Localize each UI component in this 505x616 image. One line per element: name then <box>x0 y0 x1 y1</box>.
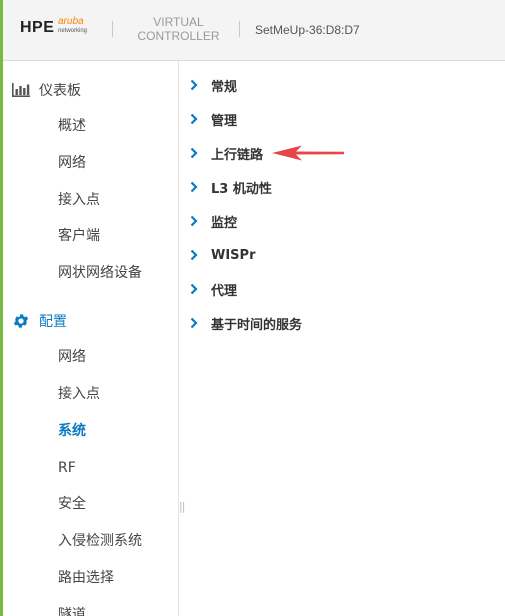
header-divider <box>112 21 113 37</box>
bar-chart-icon <box>11 82 31 98</box>
section-label: 代理 <box>211 283 238 299</box>
chevron-right-icon <box>190 112 202 126</box>
chevron-right-icon <box>190 214 202 228</box>
logo-aruba-text: aruba <box>58 16 84 27</box>
section-time-based-services[interactable]: 基于时间的服务 <box>190 313 302 333</box>
hpe-aruba-logo[interactable]: HPE aruba networking <box>20 16 100 41</box>
sidebar-item-config-network[interactable]: 网络 <box>58 347 86 367</box>
section-proxy[interactable]: 代理 <box>190 279 237 299</box>
section-admin[interactable]: 管理 <box>190 109 237 129</box>
device-name: SetMeUp-36:D8:D7 <box>255 23 360 37</box>
sidebar-section-dashboard[interactable]: 仪表板 <box>11 80 81 100</box>
section-label: 管理 <box>211 113 238 129</box>
sidebar-item-rf[interactable]: RF <box>58 458 76 478</box>
sidebar-item-clients[interactable]: 客户端 <box>58 226 100 246</box>
product-name-line1: VIRTUAL <box>153 15 204 29</box>
sidebar-item-routing[interactable]: 路由选择 <box>58 568 114 588</box>
sidebar-item-security[interactable]: 安全 <box>58 494 86 514</box>
section-l3-mobility[interactable]: L3 机动性 <box>190 177 272 197</box>
sidebar-item-dashboard-network[interactable]: 网络 <box>58 153 86 173</box>
chevron-right-icon <box>190 180 202 194</box>
annotation-arrow-icon <box>272 145 344 161</box>
section-label: 基于时间的服务 <box>211 317 303 333</box>
chevron-right-icon <box>190 146 202 160</box>
logo-hpe-text: HPE <box>20 19 55 36</box>
sidebar-item-dashboard-access-points[interactable]: 接入点 <box>58 190 100 210</box>
section-label: L3 机动性 <box>211 181 272 197</box>
section-label: 监控 <box>211 215 238 231</box>
section-uplink[interactable]: 上行链路 <box>190 143 263 163</box>
product-name: VIRTUAL CONTROLLER <box>131 15 226 43</box>
chevron-right-icon <box>190 78 202 92</box>
top-header: HPE aruba networking VIRTUAL CONTROLLER … <box>3 0 505 61</box>
chevron-right-icon <box>190 248 202 262</box>
sidebar-item-system[interactable]: 系统 <box>58 421 86 441</box>
section-label: 常规 <box>211 79 238 95</box>
section-monitoring[interactable]: 监控 <box>190 211 237 231</box>
chevron-right-icon <box>190 316 202 330</box>
section-general[interactable]: 常规 <box>190 75 237 95</box>
sidebar-item-ids[interactable]: 入侵检测系统 <box>58 531 142 551</box>
section-label: WISPr <box>211 247 256 263</box>
section-wispr[interactable]: WISPr <box>190 245 255 265</box>
sidebar-section-config[interactable]: 配置 <box>11 311 67 331</box>
sidebar-item-mesh-devices[interactable]: 网状网络设备 <box>58 263 142 283</box>
header-divider <box>239 21 240 37</box>
sidebar-item-config-access-points[interactable]: 接入点 <box>58 384 100 404</box>
sidebar-item-tunnels[interactable]: 隧道 <box>58 605 86 616</box>
gear-icon <box>11 313 31 329</box>
chevron-right-icon <box>190 282 202 296</box>
section-label: 上行链路 <box>211 147 264 163</box>
sidebar-section-label: 仪表板 <box>39 83 81 99</box>
sidebar-nav: 仪表板 概述 网络 接入点 客户端 网状网络设备 配置 网络 接入点 系统 RF… <box>3 61 179 616</box>
sidebar-item-overview[interactable]: 概述 <box>58 116 86 136</box>
logo-networking-text: networking <box>58 28 88 34</box>
sidebar-section-label: 配置 <box>39 314 67 330</box>
product-name-line2: CONTROLLER <box>137 29 220 43</box>
